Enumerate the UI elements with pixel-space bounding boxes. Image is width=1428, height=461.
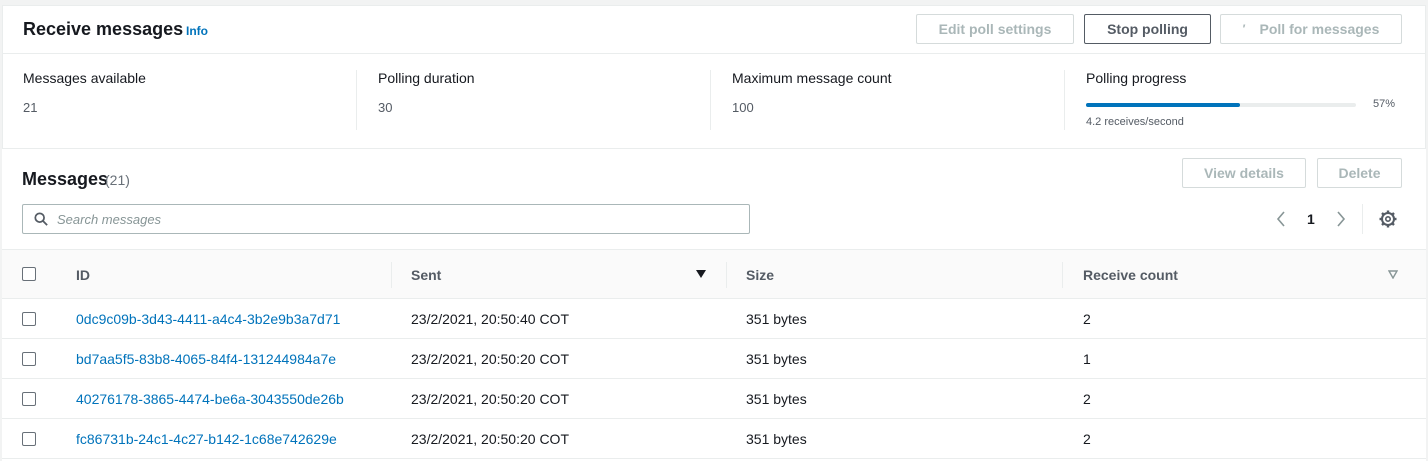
column-header-receive-count[interactable]: Receive count — [1083, 267, 1178, 283]
receive-messages-panel: Receive messages Info Edit poll settings… — [2, 5, 1426, 149]
table-row[interactable]: fc86731b-24c1-4c27-b142-1c68e742629e 23/… — [2, 419, 1426, 459]
column-divider — [391, 262, 392, 288]
view-details-button[interactable]: View details — [1182, 158, 1306, 188]
sent-cell: 23/2/2021, 20:50:20 COT — [411, 351, 569, 367]
polling-duration-stat: Polling duration 30 — [378, 70, 475, 132]
size-cell: 351 bytes — [746, 351, 807, 367]
stop-polling-label: Stop polling — [1107, 21, 1188, 37]
select-all-checkbox[interactable] — [22, 267, 36, 281]
polling-progress-bar — [1086, 103, 1356, 107]
search-input[interactable] — [57, 206, 737, 232]
pager-divider — [1362, 204, 1363, 234]
size-cell: 351 bytes — [746, 311, 807, 327]
table-row[interactable]: 0dc9c09b-3d43-4411-a4c4-3b2e9b3a7d71 23/… — [2, 299, 1426, 339]
spinner-icon: ′ — [1242, 22, 1246, 36]
sort-icon[interactable] — [1388, 270, 1398, 279]
message-id-link[interactable]: bd7aa5f5-83b8-4065-84f4-131244984a7e — [76, 351, 336, 367]
poll-for-messages-label: Poll for messages — [1259, 21, 1380, 37]
messages-title: Messages — [22, 169, 109, 189]
receive-count-cell: 2 — [1083, 431, 1091, 447]
column-divider — [1062, 262, 1063, 288]
table-header: ID Sent Size Receive count — [2, 249, 1426, 299]
current-page[interactable]: 1 — [1307, 211, 1315, 227]
column-header-sent[interactable]: Sent — [411, 267, 441, 283]
max-message-count-stat: Maximum message count 100 — [732, 70, 892, 132]
chevron-right-icon[interactable] — [1334, 209, 1348, 229]
panel-title: Receive messages — [23, 19, 184, 39]
view-details-label: View details — [1204, 165, 1284, 181]
row-checkbox[interactable] — [22, 432, 36, 446]
receive-messages-header: Receive messages Info Edit poll settings… — [3, 6, 1425, 54]
stat-divider — [710, 70, 711, 130]
messages-available-stat: Messages available 21 — [23, 70, 146, 132]
message-id-link[interactable]: 40276178-3865-4474-be6a-3043550de26b — [76, 391, 344, 407]
sent-cell: 23/2/2021, 20:50:20 COT — [411, 431, 569, 447]
info-link[interactable]: Info — [186, 24, 208, 38]
sent-cell: 23/2/2021, 20:50:40 COT — [411, 311, 569, 327]
polling-progress-percent: 57% — [1373, 98, 1396, 110]
table-row[interactable]: 40276178-3865-4474-be6a-3043550de26b 23/… — [2, 379, 1426, 419]
delete-label: Delete — [1338, 165, 1381, 181]
table-row[interactable]: bd7aa5f5-83b8-4065-84f4-131244984a7e 23/… — [2, 339, 1426, 379]
delete-button[interactable]: Delete — [1317, 158, 1402, 188]
receive-count-cell: 2 — [1083, 311, 1091, 327]
polling-progress-fill — [1086, 103, 1240, 107]
search-icon — [34, 212, 48, 226]
chevron-left-icon[interactable] — [1274, 209, 1288, 229]
stat-divider — [1064, 70, 1065, 130]
size-cell: 351 bytes — [746, 391, 807, 407]
polling-progress-label: Polling progress — [1086, 70, 1187, 86]
messages-available-value: 21 — [23, 100, 38, 115]
size-cell: 351 bytes — [746, 431, 807, 447]
messages-count: (21) — [105, 172, 130, 188]
message-id-link[interactable]: 0dc9c09b-3d43-4411-a4c4-3b2e9b3a7d71 — [76, 311, 340, 327]
stop-polling-button[interactable]: Stop polling — [1084, 14, 1211, 44]
max-message-count-value: 100 — [732, 100, 754, 115]
polling-duration-value: 30 — [378, 100, 393, 115]
polling-duration-label: Polling duration — [378, 70, 475, 86]
sent-cell: 23/2/2021, 20:50:20 COT — [411, 391, 569, 407]
sort-descending-icon[interactable] — [696, 270, 706, 278]
column-divider — [726, 262, 727, 288]
messages-panel: Messages (21) View details Delete 1 — [2, 149, 1426, 461]
gear-icon[interactable] — [1378, 209, 1398, 229]
receive-count-cell: 2 — [1083, 391, 1091, 407]
receive-count-cell: 1 — [1083, 351, 1091, 367]
edit-poll-settings-label: Edit poll settings — [938, 21, 1052, 37]
messages-available-label: Messages available — [23, 70, 146, 86]
row-checkbox[interactable] — [22, 352, 36, 366]
stat-divider — [356, 70, 357, 130]
column-header-id[interactable]: ID — [76, 267, 90, 283]
polling-progress-rate: 4.2 receives/second — [1086, 116, 1184, 128]
message-id-link[interactable]: fc86731b-24c1-4c27-b142-1c68e742629e — [76, 431, 337, 447]
edit-poll-settings-button[interactable]: Edit poll settings — [916, 14, 1074, 44]
max-message-count-label: Maximum message count — [732, 70, 892, 86]
row-checkbox[interactable] — [22, 392, 36, 406]
column-header-size[interactable]: Size — [746, 267, 774, 283]
poll-for-messages-button[interactable]: ′ Poll for messages — [1220, 14, 1402, 44]
search-box — [22, 204, 750, 234]
row-checkbox[interactable] — [22, 312, 36, 326]
